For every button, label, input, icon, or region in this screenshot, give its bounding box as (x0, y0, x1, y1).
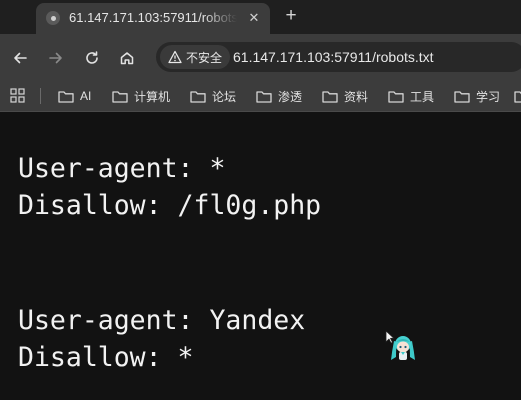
bookmark-folder-computer[interactable]: 计算机 (112, 86, 170, 106)
security-label: 不安全 (186, 50, 223, 65)
bookmark-folder-study[interactable]: 学习 (454, 86, 500, 106)
bookmarks-bar: AI 计算机 论坛 渗透 资料 工具 学习 (0, 80, 521, 112)
home-icon (120, 52, 134, 65)
folder-icon (190, 90, 206, 103)
forward-button[interactable] (45, 47, 67, 69)
new-tab-button[interactable]: + (280, 5, 302, 27)
url-text[interactable]: 61.147.171.103:57911/robots.txt (233, 49, 434, 65)
bookmark-label: AI (80, 89, 92, 103)
close-tab-icon[interactable]: ✕ (245, 9, 263, 27)
bookmark-label: 渗透 (278, 89, 303, 104)
robots-line: Disallow: /fl0g.php (18, 190, 322, 221)
folder-icon (256, 90, 272, 103)
bookmark-label: 学习 (476, 89, 501, 104)
forward-arrow-icon (49, 52, 62, 64)
folder-icon (322, 90, 338, 103)
folder-icon (454, 90, 470, 103)
active-tab[interactable]: 61.147.171.103:57911/robots.txt ✕ (36, 3, 270, 34)
bookmark-label: 工具 (410, 89, 435, 104)
page-content: User-agent: * Disallow: /fl0g.php User-a… (0, 112, 521, 400)
security-chip[interactable]: 不安全 (160, 45, 231, 69)
bookmark-folder-resources[interactable]: 资料 (322, 86, 368, 106)
bookmark-label: 资料 (344, 89, 369, 104)
tab-title: 61.147.171.103:57911/robots.txt (69, 10, 237, 25)
bookmark-folder-tools[interactable]: 工具 (388, 86, 434, 106)
bookmark-folder-pentest[interactable]: 渗透 (256, 86, 302, 106)
folder-icon (514, 90, 521, 103)
folder-icon (112, 90, 128, 103)
back-button[interactable] (9, 47, 31, 69)
anime-mascot-icon (391, 336, 415, 360)
robots-line: User-agent: Yandex (18, 305, 306, 336)
bookmark-folder-forum[interactable]: 论坛 (190, 86, 236, 106)
bookmark-label: 论坛 (212, 89, 237, 104)
robots-line: User-agent: * (18, 153, 226, 184)
robots-line: Disallow: * (18, 342, 194, 373)
reload-icon (86, 51, 98, 64)
reload-button[interactable] (81, 47, 103, 69)
home-button[interactable] (116, 47, 138, 69)
folder-icon (388, 90, 404, 103)
bookmarks-separator (40, 88, 41, 104)
address-bar[interactable]: 不安全 61.147.171.103:57911/robots.txt (156, 42, 521, 72)
site-favicon-icon (46, 11, 60, 25)
warning-icon (168, 50, 182, 64)
bookmark-folder-ai[interactable]: AI (58, 86, 91, 106)
back-arrow-icon (14, 52, 27, 64)
tab-strip: 61.147.171.103:57911/robots.txt ✕ + (0, 0, 521, 34)
folder-icon (58, 90, 74, 103)
bookmark-folder-overflow[interactable] (514, 86, 521, 106)
bookmark-label: 计算机 (134, 89, 171, 104)
apps-grid-icon[interactable] (10, 88, 25, 103)
